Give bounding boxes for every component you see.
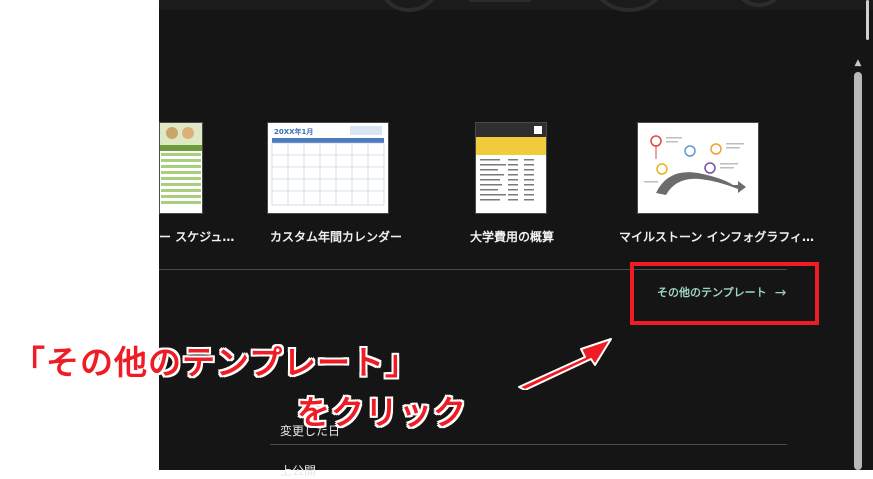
- college-cost-thumbnail: [475, 122, 547, 214]
- list-divider: [270, 444, 787, 445]
- template-label: カスタム年間カレンダー: [270, 230, 403, 244]
- list-item[interactable]: 上公開: [280, 462, 316, 479]
- calendar-title: 20XX年1月: [274, 127, 313, 136]
- calendar-thumbnail: 20XX年1月: [267, 122, 389, 214]
- template-label: ー スケジュ…: [159, 230, 235, 244]
- schedule-thumbnail: [159, 122, 203, 214]
- annotation-arrow-icon: [518, 338, 612, 390]
- desktop-background: [0, 0, 159, 470]
- scrollbar-thumb[interactable]: [854, 72, 862, 470]
- top-scrollbar-thumb[interactable]: [866, 0, 869, 40]
- annotation-text-line2: をクリック: [297, 393, 467, 432]
- header-decoration: [384, 0, 778, 12]
- template-label: マイルストーン インフォグラフィ…: [619, 230, 814, 244]
- milestone-infographic-thumbnail: [637, 122, 759, 214]
- annotation-text-line1: 「その他のテンプレート」: [12, 343, 420, 382]
- template-label: 大学費用の概算: [470, 230, 555, 244]
- scroll-up-icon[interactable]: ▲: [853, 58, 863, 68]
- highlight-box: [630, 262, 819, 325]
